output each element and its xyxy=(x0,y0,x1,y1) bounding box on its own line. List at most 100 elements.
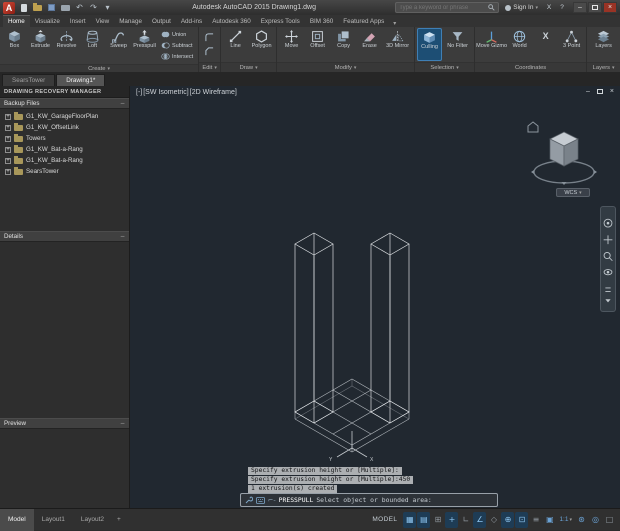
visual-style-control[interactable]: [2D Wireframe] xyxy=(190,89,237,96)
dynamic-input-toggle[interactable]: + xyxy=(445,511,459,528)
search-icon[interactable] xyxy=(488,4,495,11)
presspull-tool-button[interactable]: Presspull xyxy=(132,28,157,63)
signin-menu[interactable]: Sign In ▾ xyxy=(502,4,541,11)
move-gizmo-button[interactable]: Move Gizmo xyxy=(476,28,507,61)
sweep-tool-button[interactable]: Sweep xyxy=(106,28,131,63)
model-space-button[interactable]: MODEL xyxy=(372,516,397,523)
minimize-button[interactable]: – xyxy=(573,2,587,13)
panel-label-draw[interactable]: Draw ▾ xyxy=(221,62,277,72)
extrude-tool-button[interactable]: Extrude xyxy=(28,28,53,63)
layout1-tab[interactable]: Layout1 xyxy=(34,509,73,531)
search-input[interactable] xyxy=(399,4,487,11)
zoom-icon[interactable] xyxy=(603,252,611,259)
drawing-minimize-button[interactable]: – xyxy=(586,88,590,95)
panel-label-selection[interactable]: Selection ▾ xyxy=(415,62,475,72)
revolve-tool-button[interactable]: Revolve xyxy=(54,28,79,63)
expand-icon[interactable] xyxy=(5,113,11,120)
clean-screen-button[interactable]: □ xyxy=(603,512,616,528)
polar-tracking-toggle[interactable]: ∠ xyxy=(473,511,487,528)
line-tool-button[interactable]: Line xyxy=(223,28,248,61)
redo-button[interactable]: ↷ xyxy=(88,2,99,13)
backup-file-item[interactable]: G1_KW_OffsetLink xyxy=(0,122,129,133)
backup-file-item[interactable]: Towers xyxy=(0,133,129,144)
backup-file-item[interactable]: G1_KW_Bat-a-Rang xyxy=(0,144,129,155)
subtract-tool-button[interactable]: Subtract xyxy=(159,40,195,51)
backup-files-header[interactable]: Backup Files − xyxy=(0,98,129,109)
erase-tool-button[interactable]: Erase xyxy=(357,28,382,61)
grid-toggle[interactable]: ▦ xyxy=(403,511,417,528)
isodraft-toggle[interactable]: ◇ xyxy=(487,512,500,528)
expand-icon[interactable] xyxy=(5,124,11,131)
drawing-close-button[interactable]: × xyxy=(610,88,614,95)
ribbon-tab-featured-apps[interactable]: Featured Apps xyxy=(338,15,389,27)
model-viewport[interactable]: X Y [-] [SW Isometric] [2D Wireframe] – … xyxy=(130,86,620,508)
view-control[interactable]: [SW Isometric] xyxy=(143,89,189,96)
infer-constraints-toggle[interactable]: ⊞ xyxy=(431,512,444,528)
no-filter-button[interactable]: No Filter xyxy=(443,28,472,61)
polygon-tool-button[interactable]: Polygon xyxy=(249,28,274,61)
ribbon-tab-bim360[interactable]: BIM 360 xyxy=(305,15,338,27)
layers-button[interactable]: Layers xyxy=(589,28,618,61)
customize-wrench-icon[interactable] xyxy=(245,496,253,504)
backup-file-item[interactable]: G1_KW_Bat-a-Rang xyxy=(0,155,129,166)
panel-label-layers[interactable]: Layers ▾ xyxy=(587,62,620,72)
panel-label-edit[interactable]: Edit ▾ xyxy=(199,62,221,72)
culling-toggle-button[interactable]: Culling xyxy=(417,28,443,61)
ucs-x-button[interactable]: X xyxy=(533,28,558,61)
help-icon[interactable]: ? xyxy=(557,4,567,11)
workspace-gear-button[interactable]: ⊛ xyxy=(575,512,588,528)
autocad-logo-icon[interactable]: A xyxy=(3,1,15,14)
backup-file-item[interactable]: G1_KW_GarageFloorPlan xyxy=(0,111,129,122)
ribbon-tab-express-tools[interactable]: Express Tools xyxy=(256,15,305,27)
ribbon-tab-output[interactable]: Output xyxy=(147,15,176,27)
ribbon-tab-home[interactable]: Home xyxy=(3,15,30,27)
file-tab-searstower[interactable]: SearsTower xyxy=(2,74,56,86)
drawing-restore-button[interactable] xyxy=(596,89,603,94)
ribbon-tab-view[interactable]: View xyxy=(91,15,115,27)
qat-dropdown-button[interactable]: ▾ xyxy=(102,2,113,13)
annotation-monitor-toggle[interactable]: ◎ xyxy=(589,512,602,528)
new-drawing-button[interactable] xyxy=(18,2,29,13)
save-button[interactable] xyxy=(46,2,57,13)
world-ucs-button[interactable]: World xyxy=(507,28,532,61)
fillet-edge-button[interactable] xyxy=(204,32,215,43)
annotation-scale-button[interactable]: 1:1 ▾ xyxy=(557,516,574,523)
box-tool-button[interactable]: Box xyxy=(2,28,27,63)
preview-header[interactable]: Preview − xyxy=(0,418,129,429)
expand-icon[interactable] xyxy=(5,135,11,142)
ribbon-tab-visualize[interactable]: Visualize xyxy=(30,15,65,27)
panel-label-coordinates[interactable]: Coordinates xyxy=(475,62,587,72)
ribbon-tab-addins[interactable]: Add-ins xyxy=(176,15,207,27)
navbar-more-icon[interactable] xyxy=(605,299,611,303)
new-layout-button[interactable]: + xyxy=(112,516,126,523)
expand-icon[interactable] xyxy=(5,146,11,153)
loft-tool-button[interactable]: Loft xyxy=(80,28,105,63)
ribbon-collapse-button[interactable]: ▾ xyxy=(389,20,400,27)
lineweight-toggle[interactable]: ≡ xyxy=(529,512,542,528)
backup-file-item[interactable]: SearsTower xyxy=(0,166,129,177)
copy-tool-button[interactable]: Copy xyxy=(331,28,356,61)
viewcube-cube[interactable] xyxy=(549,131,579,167)
open-button[interactable] xyxy=(32,2,43,13)
expand-icon[interactable] xyxy=(5,168,11,175)
ribbon-tab-insert[interactable]: Insert xyxy=(65,15,91,27)
osnap-toggle[interactable]: ⊡ xyxy=(515,511,529,528)
panel-label-create[interactable]: Create ▾ xyxy=(0,64,199,72)
pan-icon[interactable] xyxy=(603,235,613,245)
move-tool-button[interactable]: Move xyxy=(279,28,304,61)
panel-label-modify[interactable]: Modify ▾ xyxy=(277,62,415,72)
close-button[interactable]: × xyxy=(603,2,617,13)
viewcube-home-icon[interactable] xyxy=(527,121,539,133)
model-tab[interactable]: Model xyxy=(0,508,34,531)
plot-button[interactable] xyxy=(60,2,71,13)
osnap-tracking-toggle[interactable]: ⊕ xyxy=(501,511,515,528)
details-header[interactable]: Details − xyxy=(0,231,129,242)
ucs-3point-button[interactable]: 3 Point xyxy=(559,28,584,61)
selection-cycling-toggle[interactable]: ▣ xyxy=(543,512,556,528)
tower-right[interactable] xyxy=(370,232,410,424)
intersect-tool-button[interactable]: Intersect xyxy=(159,51,195,62)
ribbon-tab-manage[interactable]: Manage xyxy=(114,15,147,27)
ortho-toggle[interactable]: ∟ xyxy=(459,512,472,528)
mirror-3d-tool-button[interactable]: 3D Mirror xyxy=(383,28,412,61)
chamfer-edge-button[interactable] xyxy=(204,46,215,57)
